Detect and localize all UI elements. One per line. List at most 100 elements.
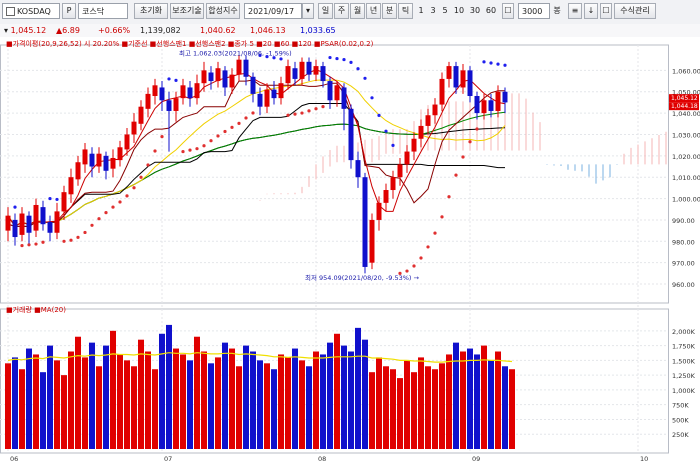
volume-tick-label: 1,500K (672, 357, 696, 365)
volume-bar (488, 360, 494, 449)
period-tick-button[interactable]: 틱 (398, 3, 413, 19)
candle-body (82, 149, 88, 165)
volume-bar (474, 354, 480, 449)
volume-bar (117, 354, 123, 449)
tab-reset[interactable]: 초기화 (134, 3, 168, 19)
psar-dot (97, 217, 101, 221)
volume-bar (264, 363, 270, 449)
psar-dot (328, 55, 332, 60)
period-year-button[interactable]: 년 (366, 3, 381, 19)
period-week-button[interactable]: 주 (334, 3, 349, 19)
psar-dot (286, 113, 290, 117)
volume-bar (278, 354, 284, 449)
interval-60[interactable]: 60 (484, 3, 498, 19)
psar-dot (405, 269, 409, 273)
period-minute-label: 분 (385, 6, 394, 15)
volume-bar (40, 372, 46, 449)
psar-dot (55, 197, 59, 202)
price-tick-label: 1,060.00 (672, 67, 700, 75)
psar-dot (146, 163, 150, 167)
info-change-pct: +0.66% (98, 26, 131, 35)
period-minute-button[interactable]: 분 (382, 3, 397, 19)
psar-dot (48, 196, 52, 201)
volume-bar (215, 357, 221, 449)
count-input[interactable]: 3000 (518, 3, 550, 19)
interval-30[interactable]: 30 (468, 3, 482, 19)
hamburger-icon: ≡ (571, 6, 579, 15)
extreme-annotation: 최저 954.09(2021/08/20, -9.53%) → (305, 273, 419, 282)
period-month-button[interactable]: 월 (350, 3, 365, 19)
chart-area[interactable]: 1,060.001,050.001,040.001,030.001,020.00… (0, 37, 700, 468)
psar-dot (90, 223, 94, 227)
formula-manage-label: 수식관리 (620, 6, 650, 15)
formula-manage-button[interactable]: 수식관리 (614, 3, 656, 19)
candle-body (159, 87, 165, 101)
candle-body (26, 215, 32, 233)
interval-3[interactable]: 3 (428, 3, 438, 19)
date-dropdown-button[interactable]: ▾ (302, 3, 314, 19)
volume-bar (404, 360, 410, 449)
candle-body (145, 93, 151, 109)
volume-bar (432, 369, 438, 449)
menu-button[interactable]: ≡ (568, 3, 582, 19)
volume-tick-label: 250K (672, 431, 689, 439)
tab-aux-tech-label: 보조기술 (172, 6, 202, 15)
candle-body (474, 96, 480, 114)
interval-1[interactable]: 1 (416, 3, 426, 19)
symbol-search-button[interactable]: P (62, 3, 76, 19)
candle-body (390, 177, 396, 191)
candle-body (334, 85, 340, 101)
psar-dot (153, 149, 157, 153)
volume-bar (467, 348, 473, 449)
candle-body (61, 192, 67, 212)
psar-dot (489, 61, 493, 65)
x-tick-label: 10 (640, 455, 648, 463)
volume-legend: ■거래량 ■MA(20) (6, 305, 66, 314)
candle-body (502, 91, 508, 103)
prev-price-label: 1,044.18 (671, 103, 698, 110)
dropdown-icon[interactable]: ▾ (4, 26, 8, 35)
search-icon: P (66, 6, 72, 15)
psar-dot (244, 116, 248, 120)
volume-bar (89, 342, 95, 449)
psar-dot (440, 215, 444, 219)
volume-bar (229, 348, 235, 449)
psar-dot (300, 111, 304, 115)
volume-tick-label: 2,000K (672, 328, 696, 336)
volume-bar (376, 357, 382, 449)
interval-custom-button[interactable]: ☐ (502, 3, 514, 19)
volume-bar (481, 345, 487, 449)
checkbox-button[interactable]: ☐ (600, 3, 612, 19)
psar-dot (377, 113, 381, 117)
psar-dot (13, 205, 17, 209)
interval-10[interactable]: 10 (452, 3, 466, 19)
chevron-down-icon: ▾ (305, 6, 310, 15)
psar-dot (132, 186, 136, 190)
info-price-value: 1,045.12 (10, 26, 47, 35)
tab-aux-tech[interactable]: 보조기술 (170, 3, 204, 19)
checkbox-icon[interactable] (6, 7, 15, 16)
psar-dot (76, 235, 80, 239)
candle-body (446, 66, 452, 79)
volume-bar (61, 375, 67, 449)
arrow-button[interactable]: ↓ (584, 3, 598, 19)
candle-body (404, 151, 410, 165)
candle-body (425, 115, 431, 126)
symbol-name-field[interactable]: 코스닥 (78, 3, 128, 19)
period-day-label: 일 (321, 6, 330, 15)
volume-tick-label: 1,750K (672, 343, 696, 351)
symbol-code-input[interactable]: KOSDAQ (2, 3, 60, 19)
period-day-button[interactable]: 일 (318, 3, 333, 19)
psar-dot (83, 230, 87, 235)
psar-dot (188, 148, 192, 152)
info-volume: 1,139,082 (140, 26, 181, 35)
date-input[interactable]: 2021/09/17 (244, 3, 302, 19)
period-year-label: 년 (369, 6, 378, 15)
volume-bar (138, 339, 144, 449)
arrow-down-icon: ↓ (587, 6, 595, 15)
psar-dot (412, 264, 416, 268)
tab-composite[interactable]: 합성지수 (206, 3, 240, 19)
interval-5[interactable]: 5 (440, 3, 450, 19)
volume-bar (124, 360, 130, 449)
tab-reset-label: 초기화 (139, 6, 163, 15)
